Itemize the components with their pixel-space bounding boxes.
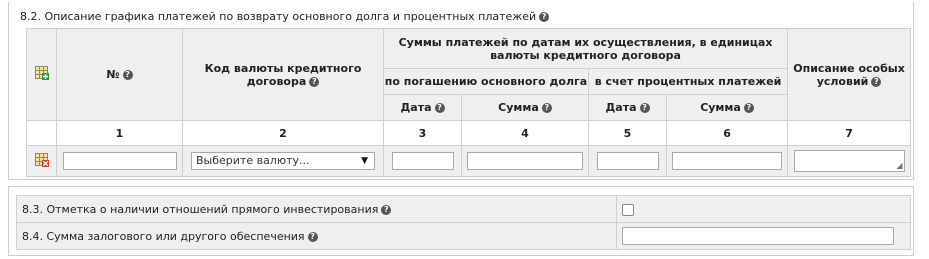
help-icon[interactable]: ?	[743, 103, 754, 113]
help-icon[interactable]: ?	[639, 103, 650, 113]
column-number: 5	[588, 120, 667, 146]
header-interest: в счет процентных платежей	[587, 68, 789, 95]
principal-amount-input[interactable]	[467, 152, 583, 170]
header-number: №?	[56, 28, 183, 121]
number-cell	[56, 145, 183, 177]
direct-investment-checkbox-cell	[616, 195, 911, 223]
resize-grip-icon[interactable]: ◢	[896, 162, 902, 170]
header-principal-label: по погашению основного долга	[384, 75, 588, 88]
special-terms-cell: ◢	[787, 145, 912, 177]
header-number-label: №	[106, 68, 120, 81]
help-icon[interactable]: ?	[381, 204, 392, 215]
header-special-terms-label: Описание особых условий	[793, 61, 905, 88]
column-number: 3	[383, 120, 462, 146]
collateral-input-cell	[616, 222, 911, 250]
collateral-label-cell: 8.4. Сумма залогового или другого обеспе…	[16, 222, 617, 250]
section-8-2-title: 8.2. Описание графика платежей по возвра…	[20, 10, 550, 23]
delete-row-cell	[26, 145, 57, 177]
header-interest-date: Дата?	[588, 94, 667, 121]
header-currency-code-label: Код валюты кредитного договора	[204, 61, 362, 88]
header-special-terms: Описание особых условий?	[787, 28, 912, 121]
direct-investment-label-cell: 8.3. Отметка о наличии отношений прямого…	[16, 195, 617, 223]
help-icon[interactable]: ?	[541, 103, 552, 113]
add-row-cell	[26, 28, 57, 121]
help-icon[interactable]: ?	[871, 76, 882, 87]
currency-select[interactable]: Выберите валюту... ▼	[191, 152, 375, 170]
header-principal: по погашению основного долга	[383, 68, 589, 95]
delete-row-icon[interactable]	[34, 152, 49, 167]
column-number: 2	[182, 120, 384, 146]
header-interest-label: в счет процентных платежей	[594, 75, 782, 88]
section-8-2-title-text: 8.2. Описание графика платежей по возвра…	[20, 10, 537, 23]
currency-select-value: Выберите валюту...	[196, 154, 310, 167]
help-icon[interactable]: ?	[539, 12, 550, 22]
collateral-row: 8.4. Сумма залогового или другого обеспе…	[16, 222, 911, 250]
principal-amount-cell	[461, 145, 589, 177]
help-icon[interactable]: ?	[434, 103, 445, 113]
add-row-icon[interactable]	[34, 66, 49, 80]
header-amount-label: Сумма	[700, 101, 741, 114]
column-number: 6	[665, 120, 789, 146]
special-terms-textarea[interactable]: ◢	[793, 150, 905, 172]
direct-investment-checkbox[interactable]	[622, 203, 634, 216]
table-row: Выберите валюту... ▼ ◢	[26, 145, 912, 177]
header-date-label: Дата	[605, 101, 637, 114]
payment-schedule-panel: 8.2. Описание графика платежей по возвра…	[8, 2, 914, 180]
interest-date-input[interactable]	[596, 152, 659, 170]
direct-investment-label: 8.3. Отметка о наличии отношений прямого…	[22, 202, 379, 216]
number-input[interactable]	[62, 152, 177, 170]
chevron-down-icon: ▼	[361, 156, 368, 166]
column-numbers-row: 1 2 3 4 5 6 7	[26, 120, 912, 146]
currency-cell: Выберите валюту... ▼	[182, 145, 384, 177]
direct-investment-row: 8.3. Отметка о наличии отношений прямого…	[16, 195, 911, 223]
header-currency-code: Код валюты кредитного договора?	[182, 28, 384, 121]
header-payments-group-label: Суммы платежей по датам их осуществления…	[398, 35, 773, 62]
column-number: 7	[787, 120, 912, 146]
collateral-label: 8.4. Сумма залогового или другого обеспе…	[22, 229, 305, 243]
collateral-amount-input[interactable]	[622, 227, 894, 245]
interest-amount-input[interactable]	[672, 152, 783, 170]
header-payments-group: Суммы платежей по датам их осуществления…	[382, 28, 789, 69]
help-icon[interactable]: ?	[122, 70, 133, 80]
payment-schedule-table: №? Код валюты кредитного договора? Суммы…	[26, 28, 912, 177]
interest-date-cell	[588, 145, 667, 177]
header-principal-amount: Сумма?	[461, 94, 589, 121]
column-number-empty	[26, 120, 57, 146]
help-icon[interactable]: ?	[307, 231, 318, 242]
help-icon[interactable]: ?	[309, 76, 320, 87]
principal-date-input[interactable]	[391, 152, 454, 170]
principal-date-cell	[383, 145, 462, 177]
header-principal-date: Дата?	[383, 94, 462, 121]
header-amount-label: Сумма	[498, 101, 539, 114]
column-number: 4	[461, 120, 589, 146]
investment-collateral-panel: 8.3. Отметка о наличии отношений прямого…	[8, 186, 914, 256]
investment-collateral-table: 8.3. Отметка о наличии отношений прямого…	[16, 195, 911, 250]
header-date-label: Дата	[400, 101, 432, 114]
interest-amount-cell	[665, 145, 789, 177]
column-number: 1	[56, 120, 183, 146]
header-interest-amount: Сумма?	[665, 94, 789, 121]
